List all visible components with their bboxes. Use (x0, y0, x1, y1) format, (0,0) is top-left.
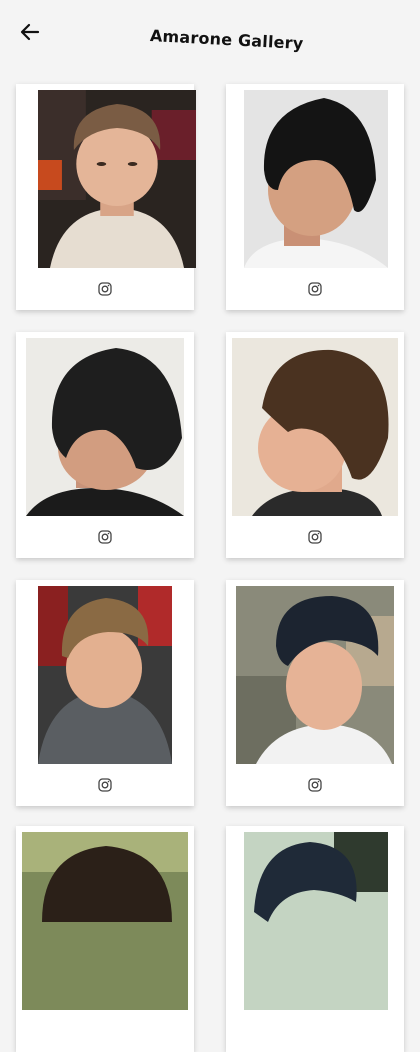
gallery-grid (0, 0, 420, 1052)
haircut-photo[interactable] (26, 338, 184, 516)
instagram-link[interactable] (98, 530, 112, 544)
haircut-photo[interactable] (22, 832, 188, 1010)
gallery-card[interactable] (226, 84, 404, 310)
gallery-card[interactable] (226, 826, 404, 1052)
haircut-photo[interactable] (244, 90, 388, 268)
instagram-link[interactable] (308, 778, 322, 792)
haircut-photo[interactable] (236, 586, 394, 764)
gallery-card[interactable] (16, 826, 194, 1052)
instagram-icon (98, 282, 112, 296)
gallery-card[interactable] (16, 332, 194, 558)
instagram-icon (98, 778, 112, 792)
instagram-icon (98, 530, 112, 544)
instagram-link[interactable] (308, 530, 322, 544)
instagram-link[interactable] (98, 778, 112, 792)
instagram-icon (308, 530, 322, 544)
haircut-photo[interactable] (38, 586, 172, 764)
gallery-card[interactable] (226, 332, 404, 558)
haircut-photo[interactable] (232, 338, 398, 516)
gallery-card[interactable] (16, 84, 196, 310)
instagram-link[interactable] (308, 282, 322, 296)
instagram-link[interactable] (98, 282, 112, 296)
haircut-photo[interactable] (244, 832, 388, 1010)
haircut-photo[interactable] (38, 90, 196, 268)
gallery-card[interactable] (226, 580, 404, 806)
instagram-icon (308, 282, 322, 296)
instagram-icon (308, 778, 322, 792)
gallery-card[interactable] (16, 580, 194, 806)
